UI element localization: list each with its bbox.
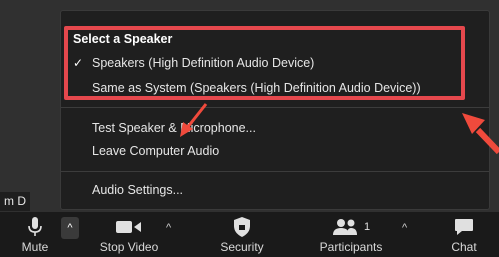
mute-label: Mute — [21, 240, 49, 254]
stop-video-label: Stop Video — [99, 240, 159, 254]
arrow-to-menu-box — [462, 113, 499, 155]
security-label: Security — [220, 240, 264, 254]
video-camera-icon — [96, 216, 162, 238]
stop-video-button[interactable]: Stop Video — [96, 212, 162, 257]
video-options-caret-icon[interactable]: ^ — [166, 222, 171, 234]
participants-label: Participants — [319, 240, 383, 254]
participant-name-tag: m D — [0, 192, 30, 211]
security-button[interactable]: Security — [216, 212, 268, 257]
chat-label: Chat — [451, 240, 477, 254]
participants-count: 1 — [363, 221, 371, 233]
chat-button[interactable]: Chat — [446, 212, 482, 257]
arrow-to-leave-audio — [180, 103, 208, 137]
mute-button[interactable]: Mute — [12, 212, 58, 257]
audio-options-caret-icon[interactable]: ^ — [61, 217, 79, 239]
shield-icon — [216, 216, 268, 238]
participants-icon: 1 — [314, 216, 388, 238]
participants-options-caret-icon[interactable]: ^ — [402, 222, 407, 234]
chat-bubble-icon — [446, 216, 482, 238]
microphone-icon — [12, 216, 58, 238]
participants-button[interactable]: 1 Participants — [314, 212, 388, 257]
